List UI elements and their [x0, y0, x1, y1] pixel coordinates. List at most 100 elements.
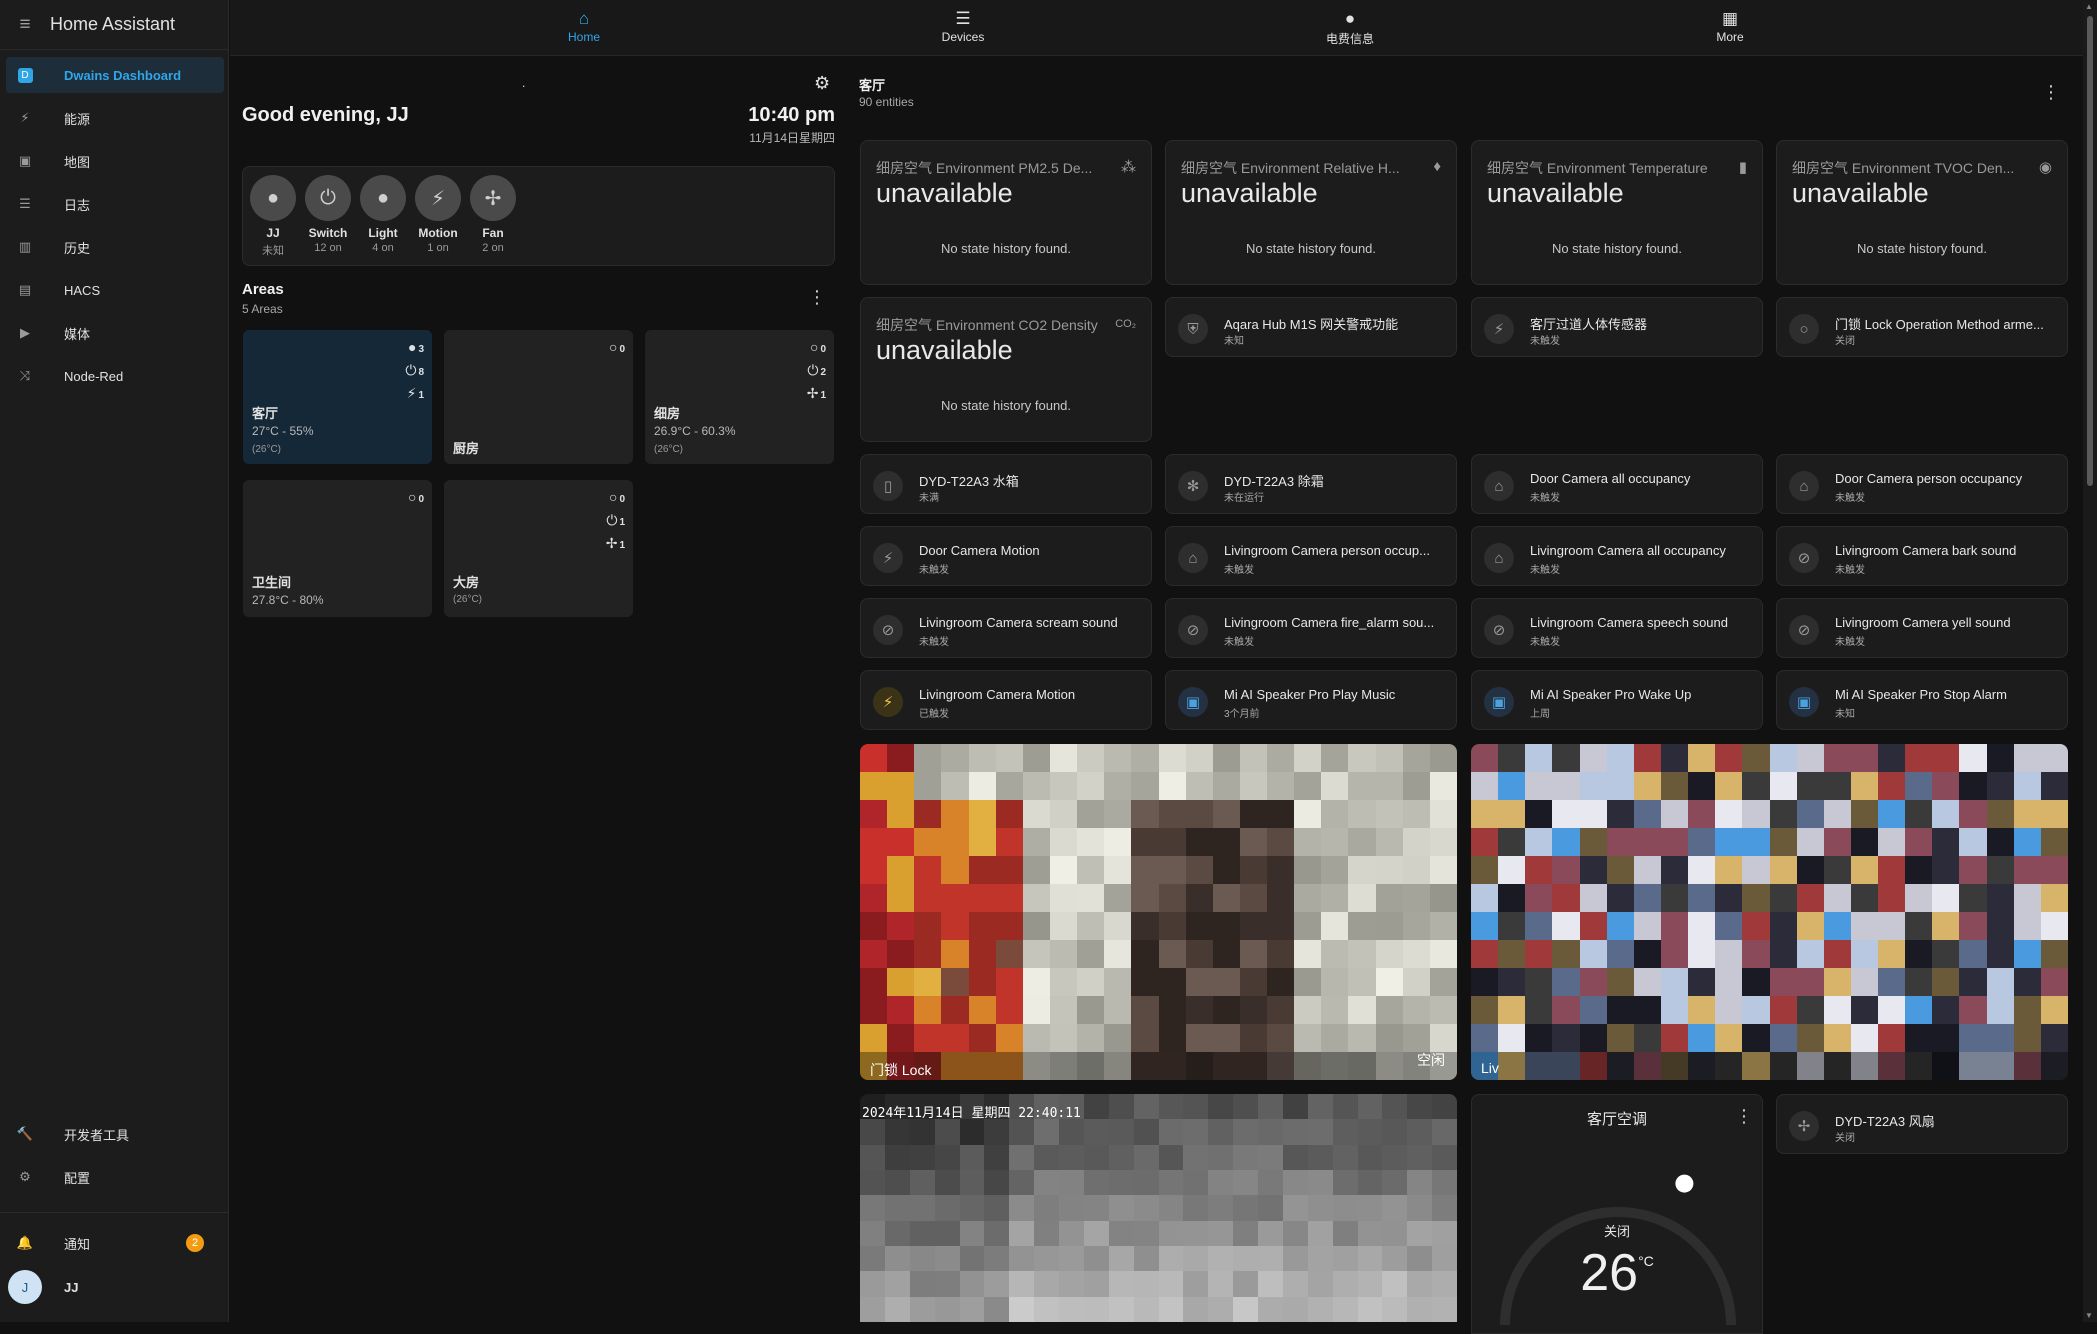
entity-name: Aqara Hub M1S 网关警戒功能 [1224, 317, 1399, 332]
area-card-bathroom[interactable]: ○ 0 卫生间 27.8°C - 80% [243, 480, 432, 617]
thermostat-card[interactable]: 客厅空调 ⋮ 关闭 26°C [1471, 1094, 1763, 1334]
sidebar-item-user[interactable]: J JJ [6, 1269, 224, 1305]
fan-icon: ✢ [470, 175, 516, 221]
sidebar-item-dev-tools[interactable]: 🔨 开发者工具 [6, 1116, 224, 1152]
entity-card[interactable]: ⊘ Livingroom Camera yell sound 未触发 [1776, 598, 2068, 658]
area-motion-count: ⚡ 1 [406, 385, 424, 401]
sidebar-item-hacs[interactable]: ▤ HACS [6, 272, 224, 308]
entity-name: Livingroom Camera bark sound [1835, 543, 2017, 558]
area-name: 大房 [453, 575, 480, 590]
motion-icon: ⚡ [415, 175, 461, 221]
chip-switch[interactable]: ⏻ Switch 12 on [303, 175, 353, 254]
entity-state: 未知 [1835, 709, 1855, 720]
menu-icon[interactable]: ≡ [0, 14, 50, 36]
tab-home[interactable]: ⌂ Home [524, 8, 644, 44]
entity-card[interactable]: ✢ DYD-T22A3 风扇 关闭 [1776, 1094, 2068, 1154]
sidebar-item-history[interactable]: ▥ 历史 [6, 229, 224, 265]
sensor-value: unavailable [1792, 178, 1929, 208]
entity-state: 未触发 [1224, 637, 1254, 648]
entity-card[interactable]: ⊘ Livingroom Camera speech sound 未触发 [1471, 598, 1763, 658]
area-lights-count: ○ 0 [608, 489, 625, 505]
camera-door-lock[interactable]: 门锁 Lock 空闲 [860, 744, 1457, 1080]
entity-card[interactable]: ▣ Mi AI Speaker Pro Play Music 3个月前 [1165, 670, 1457, 730]
scroll-down-icon[interactable]: ▼ [2085, 1311, 2093, 1320]
sensor-history: No state history found. [1551, 241, 1683, 256]
gear-icon[interactable]: ⚙ [814, 73, 830, 94]
motion-icon: ⚡ [873, 543, 903, 573]
entity-card[interactable]: ⊘ Livingroom Camera bark sound 未触发 [1776, 526, 2068, 586]
sensor-history: No state history found. [940, 398, 1072, 413]
chip-light[interactable]: ● Light 4 on [358, 175, 408, 254]
thermostat-knob[interactable] [1675, 1174, 1694, 1193]
sidebar-item-node-red[interactable]: ⤨ Node-Red [6, 358, 224, 394]
sidebar-item-media[interactable]: ▶ 媒体 [6, 315, 224, 351]
entity-name: Mi AI Speaker Pro Play Music [1224, 687, 1396, 702]
entity-card[interactable]: ⚡ Livingroom Camera Motion 已触发 [860, 670, 1152, 730]
sensor-card[interactable]: 细房空气 Environment TVOC Den... ◉ unavailable… [1776, 140, 2068, 285]
sidebar-item-map[interactable]: ▣ 地图 [6, 143, 224, 179]
tab-electricity[interactable]: ● 电费信息 [1290, 8, 1410, 47]
tab-devices[interactable]: ☰ Devices [903, 8, 1023, 44]
area-card-small-room[interactable]: ○ 0 ⏻ 2 ✢ 1 细房 26.9°C - 60.3% (26°C) [645, 330, 834, 464]
chip-fan[interactable]: ✢ Fan 2 on [468, 175, 518, 254]
lightbulb-icon: ● [360, 175, 406, 221]
shield-icon: ⛨ [1178, 314, 1208, 344]
scrollbar-thumb[interactable] [2087, 16, 2093, 486]
entity-card[interactable]: ▣ Mi AI Speaker Pro Wake Up 上周 [1471, 670, 1763, 730]
entity-card[interactable]: ⊘ Livingroom Camera fire_alarm sou... 未触发 [1165, 598, 1457, 658]
entity-card[interactable]: ✻ DYD-T22A3 除霜 未在运行 [1165, 454, 1457, 514]
entity-card[interactable]: ⌂ Livingroom Camera person occup... 未触发 [1165, 526, 1457, 586]
sidebar-item-notifications[interactable]: 🔔 通知 2 [6, 1225, 224, 1261]
sensor-card[interactable]: 细房空气 Environment Temperature ▮ unavailable… [1471, 140, 1763, 285]
area-card-living-room[interactable]: ● 3 ⏻ 8 ⚡ 1 客厅 27°C - 55% (26°C) [243, 330, 432, 464]
area-setpoint: (26°C) [654, 444, 684, 455]
area-card-big-room[interactable]: ○ 0 ⏻ 1 ✢ 1 大房 (26°C) [444, 480, 633, 617]
entity-card[interactable]: ▣ Mi AI Speaker Pro Stop Alarm 未知 [1776, 670, 2068, 730]
chip-motion[interactable]: ⚡ Motion 1 on [413, 175, 463, 254]
ear-off-icon: ⊘ [873, 615, 903, 645]
entity-card[interactable]: ⚡ 客厅过道人体传感器 未触发 [1471, 297, 1763, 357]
entity-state: 关闭 [1835, 336, 1855, 347]
motion-icon: ⚡ [1484, 314, 1514, 344]
people-chips-card: ● JJ 未知 ⏻ Switch 12 on ● Light 4 on ⚡ Motion 1 o… [242, 166, 835, 266]
scroll-up-icon[interactable]: ▲ [2085, 2, 2093, 11]
areas-title: Areas [242, 281, 284, 298]
area-card-kitchen[interactable]: ○ 0 厨房 [444, 330, 633, 464]
sensor-card[interactable]: 细房空气 Environment Relative H... ♦ unavailab… [1165, 140, 1457, 285]
tab-more[interactable]: ▦ More [1670, 8, 1790, 44]
home-icon: ⌂ [578, 9, 590, 28]
notification-count-badge: 2 [186, 1234, 204, 1252]
sensor-card[interactable]: 细房空气 Environment PM2.5 De... ⁂ unavailable… [860, 140, 1152, 285]
area-setpoint: (26°C) [453, 594, 483, 605]
area-climate: 27°C - 55% [252, 424, 314, 438]
camera-livingroom[interactable]: Liv [1471, 744, 2068, 1080]
entity-name: Door Camera Motion [919, 543, 1040, 558]
sensor-card[interactable]: 细房空气 Environment CO2 Density CO₂ unavailab… [860, 297, 1152, 442]
areas-more-icon[interactable]: ⋮ [808, 287, 826, 308]
entity-card[interactable]: ⚡ Door Camera Motion 未触发 [860, 526, 1152, 586]
sidebar-item-dwains-dashboard[interactable]: D Dwains Dashboard [6, 57, 224, 93]
room-more-icon[interactable]: ⋮ [2042, 82, 2060, 103]
circle-icon: ○ [1789, 314, 1819, 344]
plug-icon: ⏻ [807, 362, 819, 378]
camera-hallway[interactable]: 2024年11月14日 星期四 22:40:11 [860, 1094, 1457, 1322]
person-chip-jj[interactable]: ● JJ 未知 [248, 175, 298, 258]
sidebar-item-energy[interactable]: ⚡ 能源 [6, 100, 224, 136]
scrollbar[interactable]: ▲ ▼ [2083, 0, 2097, 1322]
fan-icon: ✢ [806, 385, 819, 401]
entity-card[interactable]: ⛨ Aqara Hub M1S 网关警戒功能 未知 [1165, 297, 1457, 357]
area-switch-count: ⏻ 1 [606, 512, 625, 528]
sidebar-item-settings[interactable]: ⚙ 配置 [6, 1159, 224, 1195]
entity-card[interactable]: ⊘ Livingroom Camera scream sound 未触发 [860, 598, 1152, 658]
entity-card[interactable]: ⌂ Livingroom Camera all occupancy 未触发 [1471, 526, 1763, 586]
entity-card[interactable]: ⌂ Door Camera all occupancy 未触发 [1471, 454, 1763, 514]
thermostat-more-icon[interactable]: ⋮ [1735, 1106, 1753, 1127]
entity-state: 未触发 [1835, 637, 1865, 648]
entity-card[interactable]: ▯ DYD-T22A3 水箱 未满 [860, 454, 1152, 514]
room-title: 客厅 [859, 78, 886, 93]
entity-card[interactable]: ⌂ Door Camera person occupancy 未触发 [1776, 454, 2068, 514]
entity-card[interactable]: ○ 门锁 Lock Operation Method arme... 关闭 [1776, 297, 2068, 357]
sidebar-item-logbook[interactable]: ☰ 日志 [6, 186, 224, 222]
area-lights-count: ○ 0 [407, 489, 424, 505]
home-icon: ⌂ [1178, 543, 1208, 573]
